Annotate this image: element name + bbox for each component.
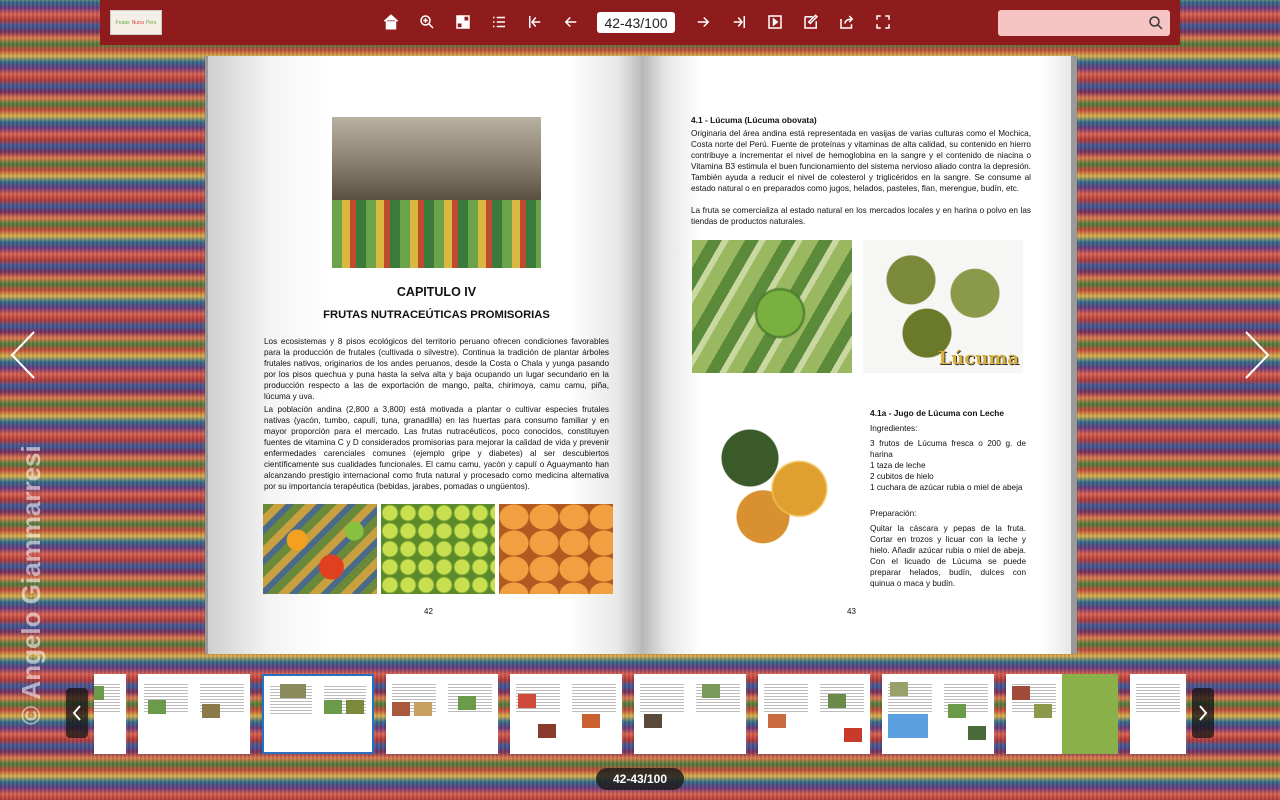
notes-icon: [804, 14, 819, 29]
first-page-button[interactable]: [524, 11, 546, 33]
previous-spread-button[interactable]: [8, 330, 38, 380]
chevron-right-icon: [1199, 705, 1208, 721]
thumbnail[interactable]: [758, 674, 870, 754]
thumbnail[interactable]: [634, 674, 746, 754]
next-page-icon: [697, 16, 710, 28]
home-button[interactable]: [380, 11, 402, 33]
chevron-left-icon: [10, 331, 35, 379]
page-43[interactable]: 4.1 - Lúcuma (Lúcuma obovata) Originaria…: [641, 56, 1074, 654]
table-of-contents-button[interactable]: [488, 11, 510, 33]
thumbnail[interactable]: [882, 674, 994, 754]
lucuma-fruits-photo: Lúcuma: [863, 240, 1023, 373]
next-page-button[interactable]: [692, 11, 714, 33]
thumbnail-active[interactable]: [262, 674, 374, 754]
thumbnail[interactable]: [1006, 674, 1118, 754]
lucuma-cut-photo: [711, 416, 841, 556]
page-number: 42: [424, 607, 433, 616]
paragraph: Originaria del área andina está represen…: [691, 129, 1031, 193]
fruit-stall-photo: [263, 504, 377, 594]
chevron-left-icon: [72, 705, 81, 721]
page-number-input[interactable]: 42-43/100: [597, 12, 675, 33]
section-heading: 4.1 - Lúcuma (Lúcuma obovata): [691, 115, 817, 125]
logo-part: Peru: [145, 19, 157, 26]
share-icon: [840, 15, 854, 29]
thumbnail-strip[interactable]: [94, 674, 1186, 754]
photo-label: Lúcuma: [938, 348, 1020, 369]
thumbnails-icon: [456, 15, 470, 29]
first-page-icon: [529, 16, 541, 28]
page-counter: 42-43/100: [596, 768, 684, 790]
ingredients-list: 3 frutos de Lúcuma fresca o 200 g. de ha…: [870, 439, 1026, 492]
next-spread-button[interactable]: [1242, 330, 1272, 380]
previous-page-button[interactable]: [560, 11, 582, 33]
watermark: © Angelo Giammarresi: [16, 445, 46, 725]
thumbnail[interactable]: [386, 674, 498, 754]
previous-page-icon: [564, 16, 577, 28]
thumbnail[interactable]: [138, 674, 250, 754]
preparation-text: Quitar la cáscara y pepas de la fruta. C…: [870, 524, 1026, 588]
thumbnails-next-button[interactable]: [1192, 688, 1214, 738]
chapter-title: CAPITULO IV: [396, 285, 477, 299]
thumbnail[interactable]: [510, 674, 622, 754]
fullscreen-icon: [876, 15, 890, 29]
last-page-icon: [733, 16, 745, 28]
ingredients-label: Ingredientes:: [870, 424, 918, 433]
thumbnail[interactable]: [94, 674, 126, 754]
limes-photo: [381, 504, 495, 594]
paragraph: La fruta se comercializa al estado natur…: [691, 206, 1031, 226]
zoom-in-button[interactable]: [416, 11, 438, 33]
page-42[interactable]: CAPITULO IV FRUTAS NUTRACEÚTICAS PROMISO…: [208, 56, 641, 654]
last-page-button[interactable]: [728, 11, 750, 33]
home-icon: [383, 14, 399, 30]
book-edge: [1071, 56, 1077, 654]
table-of-contents-icon: [493, 16, 505, 28]
notes-button[interactable]: [800, 11, 822, 33]
logo[interactable]: Frutas Nutra Peru: [110, 10, 162, 35]
autoplay-button[interactable]: [764, 11, 786, 33]
page-number: 43: [847, 607, 856, 616]
paragraph: Los ecosistemas y 8 pisos ecológicos del…: [264, 337, 609, 401]
share-button[interactable]: [836, 11, 858, 33]
fullscreen-button[interactable]: [872, 11, 894, 33]
thumbnail[interactable]: [1130, 674, 1186, 754]
zoom-in-icon: [420, 15, 434, 29]
autoplay-icon: [768, 15, 782, 29]
paragraph: La población andina (2,800 a 3,800) está…: [264, 405, 609, 491]
book-spread: CAPITULO IV FRUTAS NUTRACEÚTICAS PROMISO…: [205, 56, 1077, 654]
toolbar: Frutas Nutra Peru 42-43/100: [100, 0, 1180, 45]
search-input[interactable]: [998, 10, 1170, 36]
logo-part: Frutas: [115, 19, 130, 26]
chevron-right-icon: [1245, 331, 1270, 379]
thumbnails-button[interactable]: [452, 11, 474, 33]
search-icon[interactable]: [1147, 14, 1165, 32]
star-fruit-photo: [499, 504, 613, 594]
chapter-subtitle: FRUTAS NUTRACEÚTICAS PROMISORIAS: [323, 309, 550, 321]
lucuma-tree-photo: [692, 240, 852, 373]
logo-part: Nutra: [131, 19, 144, 26]
thumbnails-prev-button[interactable]: [66, 688, 88, 738]
recipe-title: 4.1a - Jugo de Lúcuma con Leche: [870, 408, 1005, 418]
market-photo: [332, 117, 541, 268]
preparation-label: Preparación:: [870, 509, 917, 518]
